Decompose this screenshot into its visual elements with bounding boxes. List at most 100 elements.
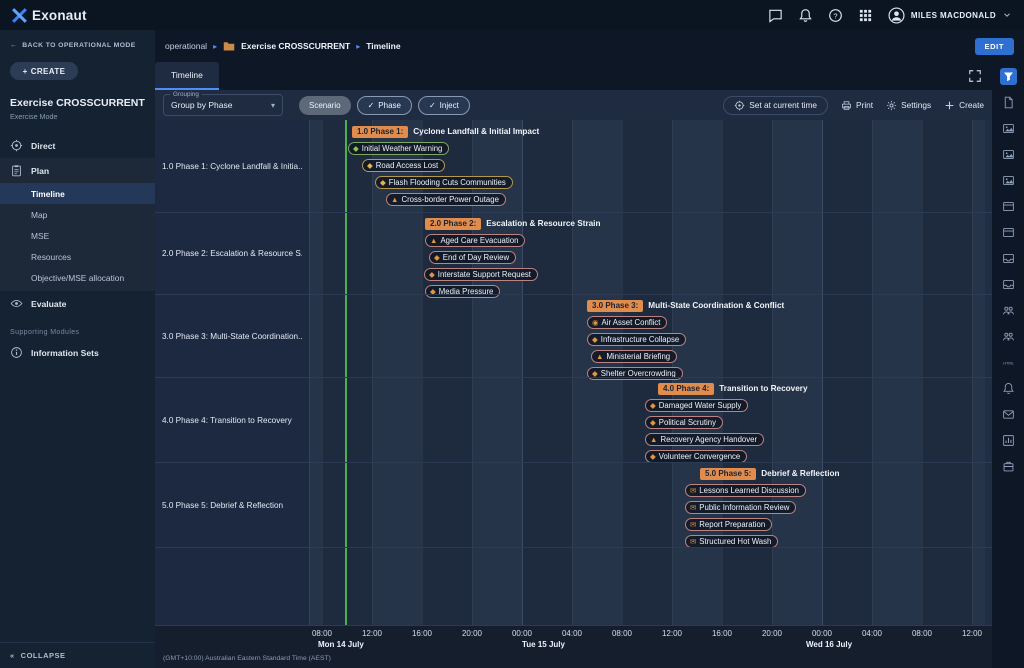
alerts-icon[interactable] — [1000, 380, 1017, 397]
phase-bar-5-0-phase-5[interactable]: 5.0 Phase 5:Debrief & Reflection — [700, 467, 840, 480]
filter-icon[interactable] — [1000, 68, 1017, 85]
sidebar-item-resources[interactable]: Resources — [0, 246, 155, 267]
edit-button[interactable]: EDIT — [975, 38, 1014, 55]
inject-chip-aged-care-evacuation[interactable]: ▲Aged Care Evacuation — [425, 234, 525, 247]
inject-chip-cross-border-power-outage[interactable]: ▲Cross-border Power Outage — [386, 193, 506, 206]
tab-bar: Timeline — [155, 62, 992, 90]
notifications-icon[interactable] — [798, 8, 813, 23]
inject-chip-shelter-overcrowding[interactable]: ◆Shelter Overcrowding — [587, 367, 683, 380]
inject-chip-end-of-day-review[interactable]: ◆End of Day Review — [429, 251, 516, 264]
sidebar-item-timeline[interactable]: Timeline — [0, 183, 155, 204]
phase-bar-2-0-phase-2[interactable]: 2.0 Phase 2:Escalation & Resource Strain — [425, 217, 600, 230]
sidebar-item-plan[interactable]: Plan — [0, 158, 155, 183]
inbox-icon[interactable] — [1000, 250, 1017, 267]
inject-chip-road-access-lost[interactable]: ◆Road Access Lost — [362, 159, 445, 172]
inject-chip-infrastructure-collapse[interactable]: ◆Infrastructure Collapse — [587, 333, 686, 346]
gridline — [522, 120, 523, 625]
sidebar-item-information-sets[interactable]: Information Sets — [0, 340, 155, 365]
mail-icon[interactable] — [1000, 406, 1017, 423]
inject-chip-report-preparation[interactable]: ✉Report Preparation — [685, 518, 772, 531]
roles-icon[interactable] — [1000, 328, 1017, 345]
filter-chip-scenario[interactable]: Scenario — [299, 96, 351, 115]
document-icon[interactable] — [1000, 94, 1017, 111]
inject-chip-ministerial-briefing[interactable]: ▲Ministerial Briefing — [591, 350, 677, 363]
time-band — [310, 120, 322, 625]
inject-chip-initial-weather-warning[interactable]: ◆Initial Weather Warning — [348, 142, 449, 155]
exonaut-logo-icon — [12, 8, 27, 23]
sidebar-item-mse[interactable]: MSE — [0, 225, 155, 246]
grouping-select[interactable]: Grouping Group by Phase ▾ — [163, 94, 283, 116]
tab-timeline[interactable]: Timeline — [155, 62, 219, 90]
phase-bar-segment: 5.0 Phase 5: — [700, 468, 756, 480]
sidebar-item-evaluate[interactable]: Evaluate — [0, 291, 155, 316]
set-at-current-time-button[interactable]: Set at current time — [723, 96, 828, 115]
gallery-icon[interactable] — [1000, 172, 1017, 189]
create-button[interactable]: + CREATE — [10, 62, 78, 80]
inject-chip-media-pressure[interactable]: ◆Media Pressure — [425, 285, 500, 298]
phase-bar-1-0-phase-1[interactable]: 1.0 Phase 1:Cyclone Landfall & Initial I… — [352, 125, 539, 138]
diamond-icon: ◆ — [650, 402, 656, 410]
fullscreen-icon[interactable] — [968, 69, 982, 83]
main-area: operational ▸ Exercise CROSSCURRENT ▸ Ti… — [155, 30, 1024, 668]
back-to-operational-button[interactable]: ← BACK TO OPERATIONAL MODE — [0, 30, 155, 49]
breadcrumb-page: Timeline — [366, 41, 400, 51]
time-tick: 04:00 — [562, 629, 582, 638]
sidebar-item-direct[interactable]: Direct — [0, 133, 155, 158]
inject-chip-damaged-water-supply[interactable]: ◆Damaged Water Supply — [645, 399, 748, 412]
media-icon[interactable] — [1000, 146, 1017, 163]
time-tick: 12:00 — [662, 629, 682, 638]
layout-icon[interactable] — [1000, 224, 1017, 241]
toolbar-actions: Set at current time Print Settings Create — [723, 96, 984, 115]
group-label-5-0-phase-5: 5.0 Phase 5: Debrief & Reflection — [155, 462, 309, 547]
inject-chip-political-scrutiny[interactable]: ◆Political Scrutiny — [645, 416, 723, 429]
mail-icon: ✉ — [690, 504, 696, 512]
timeline-panel: Grouping Group by Phase ▾ Scenario ✓Phase… — [155, 90, 992, 668]
teams-icon[interactable] — [1000, 302, 1017, 319]
create-button[interactable]: Create — [944, 100, 984, 111]
report-icon[interactable] — [1000, 432, 1017, 449]
html-icon[interactable]: HTML — [1000, 354, 1017, 371]
inject-chip-air-asset-conflict[interactable]: ◉Air Asset Conflict — [587, 316, 667, 329]
collapse-button[interactable]: « COLLAPSE — [0, 642, 155, 668]
asset-icon[interactable] — [1000, 458, 1017, 475]
breadcrumb-exercise[interactable]: Exercise CROSSCURRENT — [241, 41, 350, 51]
gridline — [822, 120, 823, 625]
phase-bar-4-0-phase-4[interactable]: 4.0 Phase 4:Transition to Recovery — [658, 382, 808, 395]
sidebar-item-map[interactable]: Map — [0, 204, 155, 225]
inject-chip-recovery-agency-handover[interactable]: ▲Recovery Agency Handover — [645, 433, 764, 446]
user-name: MILES MACDONALD — [911, 11, 996, 20]
time-tick: 16:00 — [712, 629, 732, 638]
inject-chip-public-information-review[interactable]: ✉Public Information Review — [685, 501, 796, 514]
gridline — [922, 120, 923, 625]
timezone-note: (GMT+10:00) Australian Eastern Standard … — [155, 652, 992, 668]
apps-grid-icon[interactable] — [858, 8, 873, 23]
filter-chip-phase[interactable]: ✓Phase — [357, 96, 412, 115]
inject-chip-lessons-learned-discussion[interactable]: ✉Lessons Learned Discussion — [685, 484, 806, 497]
filter-chip-inject[interactable]: ✓Inject — [418, 96, 470, 115]
time-tick: 12:00 — [962, 629, 982, 638]
inject-chip-flash-flooding-cuts-communities[interactable]: ◆Flash Flooding Cuts Communities — [375, 176, 513, 189]
check-icon: ✓ — [368, 101, 375, 110]
warning-icon: ▲ — [430, 237, 437, 245]
plus-icon: + — [23, 67, 28, 76]
app-logo[interactable]: Exonaut — [12, 8, 87, 23]
screenshot-icon[interactable] — [1000, 120, 1017, 137]
diamond-icon: ◆ — [380, 179, 386, 187]
sidebar-item-objective-mse-allocation[interactable]: Objective/MSE allocation — [0, 267, 155, 288]
breadcrumb-root[interactable]: operational — [165, 41, 207, 51]
time-tick: 00:00 — [512, 629, 532, 638]
print-button[interactable]: Print — [841, 100, 873, 111]
mail-icon: ✉ — [690, 487, 696, 495]
archive-icon[interactable] — [1000, 276, 1017, 293]
settings-button[interactable]: Settings — [886, 100, 931, 111]
row-separator — [310, 212, 992, 213]
panel-icon[interactable] — [1000, 198, 1017, 215]
inject-chip-interstate-support-request[interactable]: ◆Interstate Support Request — [424, 268, 538, 281]
chat-icon[interactable] — [768, 8, 783, 23]
phase-bar-3-0-phase-3[interactable]: 3.0 Phase 3:Multi-State Coordination & C… — [587, 299, 784, 312]
time-axis: 08:0012:0016:0020:0000:0004:0008:0012:00… — [155, 625, 992, 652]
phase-bar-title: Transition to Recovery — [719, 384, 807, 393]
user-menu[interactable]: MILES MACDONALD — [888, 7, 1012, 24]
help-icon[interactable]: ? — [828, 8, 843, 23]
avatar — [888, 7, 905, 24]
